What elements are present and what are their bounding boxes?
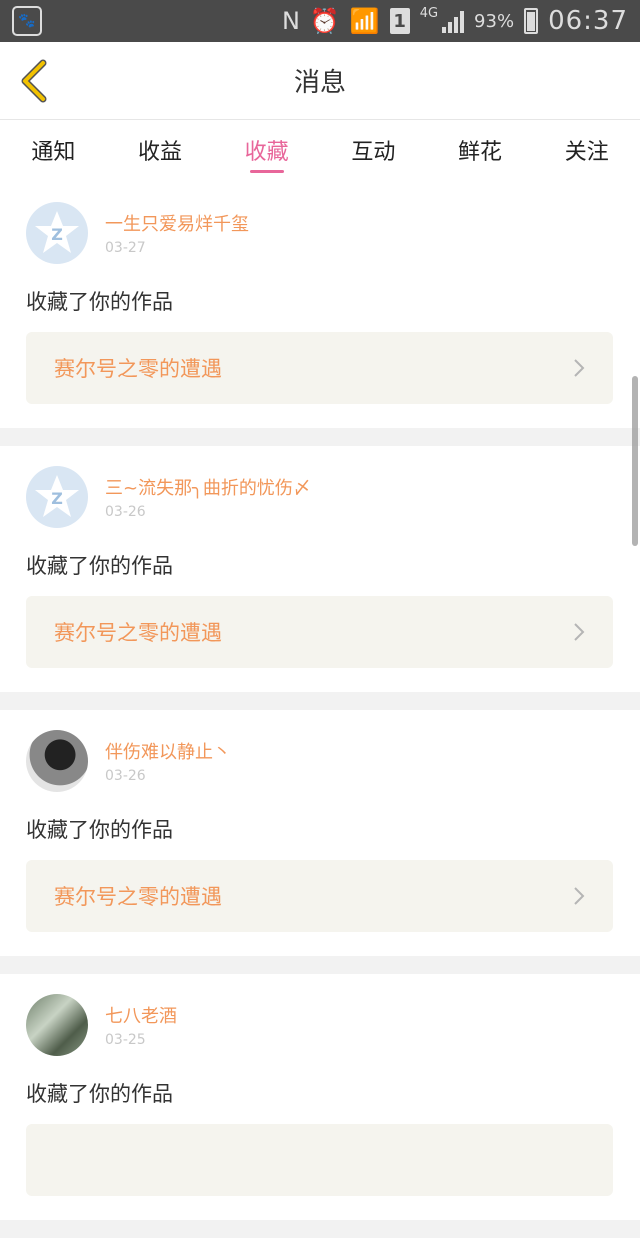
clock: 06:37 [548, 6, 628, 36]
action-text: 收藏了你的作品 [26, 1082, 173, 1106]
tab-flowers[interactable]: 鲜花 [427, 120, 534, 182]
work-link[interactable]: 赛尔号之零的遭遇 [26, 596, 613, 668]
chevron-right-icon [573, 358, 585, 378]
notification-date: 03-26 [105, 768, 146, 784]
svg-text:Z: Z [51, 225, 63, 244]
notification-list: Z 一生只爱易烊千玺 03-27 收藏了你的作品 赛尔号之零的遭遇 Z 三~流失… [0, 182, 640, 1238]
work-link[interactable]: 赛尔号之零的遭遇 [26, 332, 613, 404]
notification-date: 03-27 [105, 240, 146, 256]
back-button[interactable] [14, 58, 54, 104]
work-title: 赛尔号之零的遭遇 [54, 621, 222, 645]
default-avatar-icon: Z [35, 211, 79, 253]
work-title: 赛尔号之零的遭遇 [54, 357, 222, 381]
battery-percent: 93% [474, 10, 515, 32]
notification-card: Z 一生只爱易烊千玺 03-27 收藏了你的作品 赛尔号之零的遭遇 [0, 182, 640, 428]
tab-favorites[interactable]: 收藏 [213, 120, 320, 182]
nfc-icon: N [281, 7, 300, 35]
avatar[interactable] [26, 730, 88, 792]
notification-date: 03-25 [105, 1032, 146, 1048]
notification-card: Z 三~流失那╮曲折的忧伤〆 03-26 收藏了你的作品 赛尔号之零的遭遇 [0, 446, 640, 692]
action-text: 收藏了你的作品 [26, 290, 173, 314]
paw-icon: 🐾 [12, 6, 42, 36]
battery-icon [524, 8, 539, 34]
notification-date: 03-26 [105, 504, 146, 520]
work-title: 赛尔号之零的遭遇 [54, 885, 222, 909]
action-text: 收藏了你的作品 [26, 818, 173, 842]
wifi-icon: 📶 [349, 7, 380, 35]
svg-text:Z: Z [51, 489, 63, 508]
avatar[interactable]: Z [26, 202, 88, 264]
avatar[interactable] [26, 994, 88, 1056]
chevron-right-icon [573, 622, 585, 642]
page-title: 消息 [293, 68, 346, 98]
user-name[interactable]: 一生只爱易烊千玺 [105, 210, 249, 236]
title-bar: 消息 [0, 42, 640, 120]
network-type: 4G [419, 5, 439, 21]
user-name[interactable]: 三~流失那╮曲折的忧伤〆 [105, 474, 311, 500]
chevron-left-icon [21, 59, 47, 103]
tab-notices[interactable]: 通知 [0, 120, 107, 182]
work-link[interactable]: 赛尔号之零的遭遇 [26, 860, 613, 932]
status-bar: 🐾 N ⏰ 📶 1 4G 93% 06:37 [0, 0, 640, 42]
tab-bar: 通知 收益 收藏 互动 鲜花 关注 [0, 120, 640, 182]
sim-indicator: 1 [389, 8, 410, 34]
notification-card: 七八老酒 03-25 收藏了你的作品 [0, 974, 640, 1220]
chevron-right-icon [573, 886, 585, 906]
avatar[interactable]: Z [26, 466, 88, 528]
action-text: 收藏了你的作品 [26, 554, 173, 578]
user-name[interactable]: 七八老酒 [105, 1002, 177, 1028]
default-avatar-icon: Z [35, 475, 79, 517]
user-name[interactable]: 伴伤难以静止丶 [105, 738, 231, 764]
scrollbar[interactable] [632, 376, 638, 546]
work-link[interactable] [26, 1124, 613, 1196]
tab-earnings[interactable]: 收益 [107, 120, 214, 182]
alarm-icon: ⏰ [309, 7, 340, 35]
tab-following[interactable]: 关注 [533, 120, 640, 182]
status-indicators: N ⏰ 📶 1 4G 93% 06:37 [281, 5, 628, 37]
notification-card: 伴伤难以静止丶 03-26 收藏了你的作品 赛尔号之零的遭遇 [0, 710, 640, 956]
signal-icon [442, 9, 465, 33]
tab-interactions[interactable]: 互动 [320, 120, 427, 182]
